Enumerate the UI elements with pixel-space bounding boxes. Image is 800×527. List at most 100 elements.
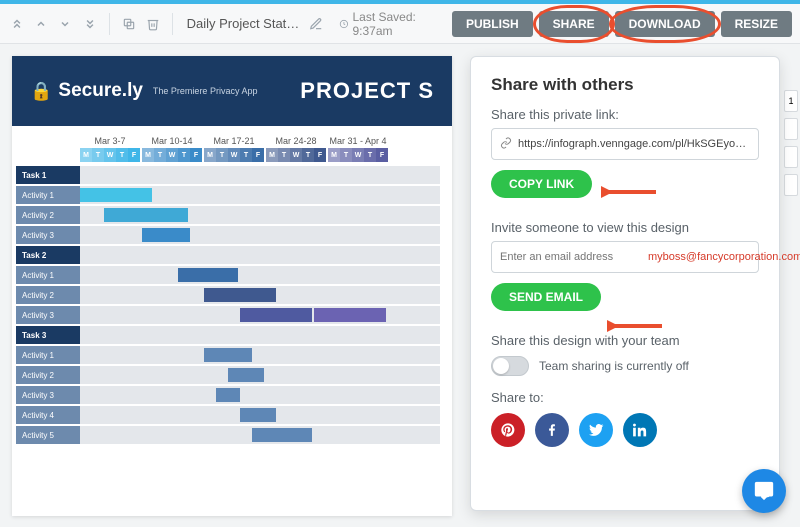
row-track [80,426,440,444]
row-track [80,286,440,304]
email-input-box[interactable]: myboss@fancycorporation.com [491,241,759,273]
day-cell: T [302,148,314,162]
team-sharing-status: Team sharing is currently off [539,359,689,373]
day-cell: M [142,148,154,162]
row-label: Activity 1 [16,266,80,284]
side-handle[interactable] [784,118,798,140]
day-cell: T [240,148,252,162]
brand-tagline: The Premiere Privacy App [153,86,258,96]
copy-link-button[interactable]: COPY LINK [491,170,592,198]
gantt-bar [80,188,152,202]
day-cell: W [166,148,178,162]
team-share-label: Share this design with your team [491,333,759,348]
top-toolbar: Daily Project Status G... Last Saved: 9:… [0,4,800,44]
email-example: myboss@fancycorporation.com [648,251,800,263]
week-column: Mar 3-7MTWTF [80,136,140,162]
chevron-up-icon[interactable] [32,13,50,35]
chevrons-down-icon[interactable] [80,13,98,35]
day-cell: W [228,148,240,162]
row-track [80,346,440,364]
email-input[interactable] [500,251,642,263]
row-label: Activity 1 [16,186,80,204]
activity-row: Activity 2 [12,286,452,304]
row-track [80,306,440,324]
brand-name: Secure.ly [58,80,143,102]
day-cell: W [352,148,364,162]
row-track [80,166,440,184]
gantt-bar [228,368,264,382]
twitter-icon[interactable] [579,413,613,447]
gantt-bar [314,308,386,322]
row-track [80,406,440,424]
design-banner: 🔒 Secure.ly The Premiere Privacy App PRO… [12,56,452,126]
row-label: Task 1 [16,166,80,184]
week-column: Mar 10-14MTWTF [142,136,202,162]
trash-icon[interactable] [144,13,162,35]
day-cell: M [328,148,340,162]
doc-title[interactable]: Daily Project Status G... [187,16,301,31]
gantt-bar [216,388,240,402]
page-index[interactable]: 1 [784,90,798,112]
week-column: Mar 24-28MTWTF [266,136,326,162]
task-row: Task 2 [12,246,452,264]
share-button[interactable]: SHARE [539,11,609,37]
activity-row: Activity 2 [12,206,452,224]
gantt-chart: Mar 3-7MTWTFMar 10-14MTWTFMar 17-21MTWTF… [12,126,452,444]
page-side-handles: 1 [784,90,798,196]
row-label: Activity 4 [16,406,80,424]
brand-block: 🔒 Secure.ly The Premiere Privacy App [30,80,257,102]
side-handle[interactable] [784,146,798,168]
edit-icon[interactable] [307,13,325,35]
side-handle[interactable] [784,174,798,196]
copy-icon[interactable] [119,13,137,35]
day-cell: T [364,148,376,162]
activity-row: Activity 1 [12,266,452,284]
private-link-url: https://infograph.venngage.com/pl/HkSGEy… [518,138,750,150]
day-cell: F [190,148,202,162]
row-track [80,206,440,224]
last-saved: Last Saved: 9:37am [339,10,440,38]
row-label: Task 2 [16,246,80,264]
banner-title: PROJECT S [300,78,434,104]
pinterest-icon[interactable] [491,413,525,447]
row-track [80,366,440,384]
gantt-bar [204,288,276,302]
share-panel: Share with others Share this private lin… [470,56,780,511]
day-cell: F [314,148,326,162]
resize-button[interactable]: RESIZE [721,11,792,37]
gantt-bar [204,348,252,362]
row-track [80,326,440,344]
row-track [80,226,440,244]
last-saved-text: Last Saved: 9:37am [352,10,439,38]
week-label: Mar 3-7 [80,136,140,146]
day-cell: T [116,148,128,162]
chat-fab[interactable] [742,469,786,513]
chevron-down-icon[interactable] [56,13,74,35]
row-track [80,266,440,284]
send-email-button[interactable]: SEND EMAIL [491,283,601,311]
day-cell: W [104,148,116,162]
team-sharing-toggle[interactable] [491,356,529,376]
row-label: Activity 2 [16,286,80,304]
design-canvas[interactable]: 🔒 Secure.ly The Premiere Privacy App PRO… [12,56,452,516]
day-cell: F [376,148,388,162]
download-button[interactable]: DOWNLOAD [615,11,715,37]
gantt-bar [240,408,276,422]
linkedin-icon[interactable] [623,413,657,447]
private-link-box[interactable]: https://infograph.venngage.com/pl/HkSGEy… [491,128,759,160]
lock-icon: 🔒 [30,81,52,102]
day-cell: T [216,148,228,162]
chevrons-up-icon[interactable] [8,13,26,35]
week-label: Mar 24-28 [266,136,326,146]
week-label: Mar 10-14 [142,136,202,146]
facebook-icon[interactable] [535,413,569,447]
gantt-bar [240,308,312,322]
week-label: Mar 31 - Apr 4 [328,136,388,146]
task-row: Task 1 [12,166,452,184]
row-label: Activity 2 [16,366,80,384]
activity-row: Activity 1 [12,186,452,204]
publish-button[interactable]: PUBLISH [452,11,533,37]
gantt-bar [142,228,190,242]
activity-row: Activity 3 [12,306,452,324]
gantt-bar [104,208,188,222]
